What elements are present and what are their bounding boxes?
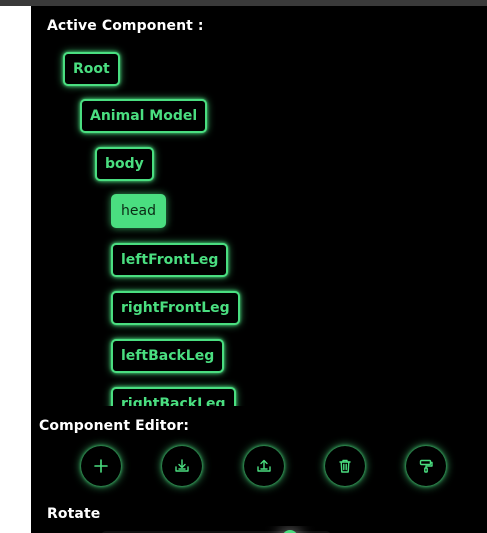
tree-node-animal-model[interactable]: Animal Model bbox=[80, 99, 208, 133]
rotate-slider[interactable] bbox=[31, 526, 487, 533]
plus-icon bbox=[94, 459, 108, 473]
component-panel: Active Component : Root Animal Model bod… bbox=[0, 0, 487, 533]
component-tree[interactable]: Root Animal Model body head leftFrontLeg… bbox=[31, 38, 487, 406]
top-bar bbox=[0, 0, 487, 6]
rotate-label: Rotate bbox=[47, 506, 101, 522]
paint-roller-icon bbox=[419, 459, 433, 473]
tree-node-left-back-leg[interactable]: leftBackLeg bbox=[111, 339, 225, 373]
add-component-button[interactable] bbox=[81, 446, 121, 486]
active-component-title: Active Component : bbox=[47, 18, 204, 34]
tree-node-left-front-leg[interactable]: leftFrontLeg bbox=[111, 243, 229, 277]
tree-node-root[interactable]: Root bbox=[63, 52, 120, 86]
download-tray-icon bbox=[175, 459, 189, 472]
delete-component-button[interactable] bbox=[325, 446, 365, 486]
tree-node-head[interactable]: head bbox=[111, 194, 166, 228]
upload-tray-icon bbox=[257, 459, 271, 472]
trash-icon bbox=[339, 459, 351, 473]
tree-node-body[interactable]: body bbox=[95, 147, 154, 181]
import-component-button[interactable] bbox=[162, 446, 202, 486]
component-editor-title: Component Editor: bbox=[39, 418, 190, 434]
style-component-button[interactable] bbox=[406, 446, 446, 486]
tree-node-right-back-leg[interactable]: rightBackLeg bbox=[111, 387, 236, 406]
tree-node-right-front-leg[interactable]: rightFrontLeg bbox=[111, 291, 240, 325]
export-component-button[interactable] bbox=[244, 446, 284, 486]
left-margin-strip bbox=[0, 6, 31, 533]
